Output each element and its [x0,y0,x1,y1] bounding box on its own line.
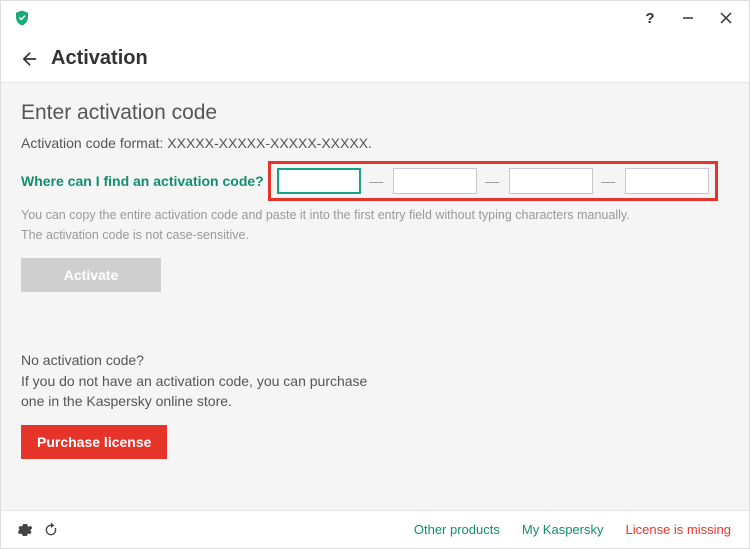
find-code-link[interactable]: Where can I find an activation code? [21,173,264,189]
activate-button[interactable]: Activate [21,258,161,292]
license-status-link[interactable]: License is missing [626,522,732,537]
minimize-button[interactable] [669,3,707,33]
hint-line-2: The activation code is not case-sensitiv… [21,227,729,245]
back-arrow-icon [18,49,38,69]
no-code-description: If you do not have an activation code, y… [21,372,381,411]
code-input-row: — — — [271,168,709,194]
code-input-2[interactable] [393,168,477,194]
code-separator: — [601,173,615,189]
content-area: Enter activation code Activation code fo… [1,83,749,510]
other-products-link[interactable]: Other products [414,522,500,537]
titlebar: ? [1,1,749,35]
kaspersky-shield-icon [13,9,31,27]
footer: Other products My Kaspersky License is m… [1,510,749,548]
close-icon [720,12,732,24]
refresh-icon [43,522,59,538]
back-button[interactable] [17,48,39,70]
help-icon: ? [645,10,654,27]
close-button[interactable] [707,3,745,33]
code-input-3[interactable] [509,168,593,194]
page-header: Activation [1,35,749,83]
code-separator: — [369,173,383,189]
minimize-icon [682,12,694,24]
code-separator: — [485,173,499,189]
code-input-4[interactable] [625,168,709,194]
help-button[interactable]: ? [631,3,669,33]
code-inputs-highlight: — — — [268,161,718,201]
hint-line-1: You can copy the entire activation code … [21,207,729,225]
format-label: Activation code format: XXXXX-XXXXX-XXXX… [21,135,729,151]
purchase-license-button[interactable]: Purchase license [21,425,167,459]
no-code-heading: No activation code? [21,352,729,368]
my-kaspersky-link[interactable]: My Kaspersky [522,522,604,537]
gear-icon [17,522,33,538]
settings-button[interactable] [15,520,35,540]
code-input-1[interactable] [277,168,361,194]
section-heading: Enter activation code [21,101,729,125]
activation-window: ? Activation Enter activation code Activ… [0,0,750,549]
refresh-button[interactable] [41,520,61,540]
page-title: Activation [51,47,148,70]
